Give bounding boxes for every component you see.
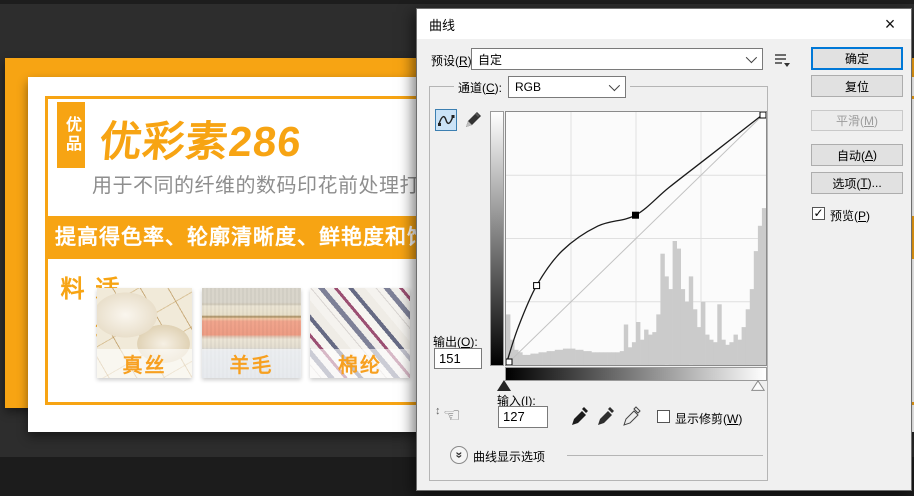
close-icon[interactable]: × [869,9,911,39]
dialog-titlebar[interactable]: 曲线 × [417,9,911,39]
banner-product-title: 优彩素286 [97,108,304,169]
reset-button[interactable]: 复位 [811,75,903,97]
shadow-slider[interactable] [497,380,511,391]
fabric-label-cotton: 棉纶 [310,349,410,378]
fabric-label-silk: 真丝 [97,349,192,378]
dialog-title: 曲线 [417,15,455,34]
fabric-image-silk: 真丝 [97,288,192,378]
fabric-label-wool: 羊毛 [202,349,301,378]
banner-badge: 优品 [57,102,85,168]
show-clipping-checkbox[interactable] [657,410,670,423]
smooth-button[interactable]: 平滑(M) [811,110,903,131]
preview-label: 预览(P) [830,207,870,224]
gray-point-eyedropper-icon[interactable] [595,406,617,428]
channel-row: 通道(C): RGB [454,76,630,98]
output-gradient-bar [490,111,504,366]
input-field[interactable]: 127 [498,406,548,428]
curve-tool-icon [437,113,455,127]
auto-button[interactable]: 自动(A) [811,144,903,166]
options-button[interactable]: 选项(T)... [811,172,903,194]
app-top-edge [0,0,914,4]
preset-menu-icon[interactable] [774,53,791,67]
chevron-down-icon [746,52,757,63]
chevron-down-icon [609,80,620,91]
curve-graph[interactable] [505,111,767,366]
ok-button[interactable]: 确定 [811,47,903,70]
black-point-eyedropper-icon[interactable] [569,406,591,428]
screenshot-root: 优品 优彩素286 用于不同的纤维的数码印花前处理打底 提高得色率、轮廓清晰度、… [0,0,914,496]
pencil-tool[interactable] [461,109,483,131]
fabric-image-cotton: 棉纶 [310,288,410,378]
on-image-adjustment-icon[interactable]: ↕☜ [435,403,467,433]
preview-checkbox[interactable]: ✓ [812,207,825,220]
display-options-label[interactable]: 曲线显示选项 [473,448,545,465]
channel-value: RGB [515,80,541,94]
curve-point-tool[interactable] [435,109,457,131]
channel-select[interactable]: RGB [508,76,626,98]
output-field[interactable]: 151 [434,348,482,369]
white-point-eyedropper-icon[interactable] [621,406,643,428]
expander-chevrons-icon[interactable]: » [450,446,468,464]
expander-rule [567,455,763,456]
highlight-slider[interactable] [751,380,765,391]
preset-label: 预设(R): [431,52,475,69]
pencil-icon [462,110,482,130]
curves-dialog: 曲线 × 预设(R): 自定 确定 复位 平滑(M) 自动(A) 选项(T)..… [416,8,912,491]
channel-label: 通道(C): [458,79,502,96]
input-gradient-bar [505,367,767,381]
banner-subtitle: 用于不同的纤维的数码印花前处理打底 [92,169,441,198]
preset-select[interactable]: 自定 [471,48,763,70]
show-clipping-label: 显示修剪(W) [675,410,742,427]
fabric-image-wool: 羊毛 [202,288,301,378]
preset-value: 自定 [478,51,502,68]
